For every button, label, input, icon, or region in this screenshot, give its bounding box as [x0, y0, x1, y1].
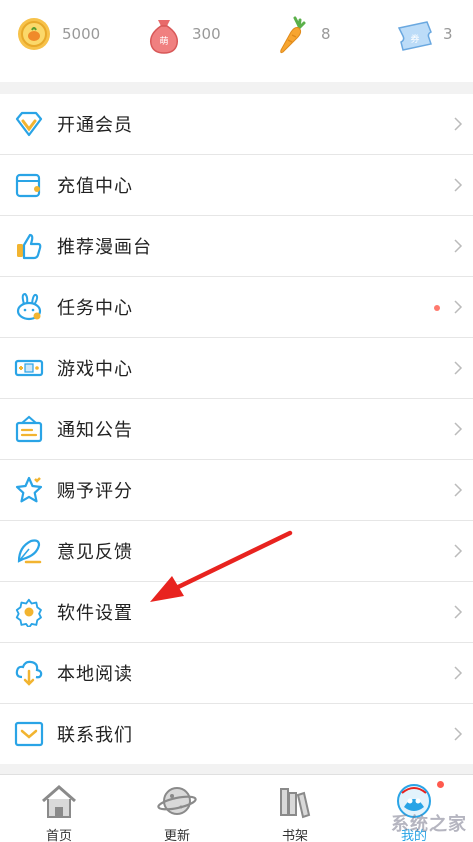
chevron-right-icon	[454, 605, 463, 619]
chevron-right-icon	[454, 117, 463, 131]
menu-label: 软件设置	[57, 603, 133, 624]
cloud-download-icon	[15, 660, 43, 686]
menu-label: 推荐漫画台	[57, 237, 152, 258]
menu-item-settings[interactable]: 软件设置	[0, 582, 473, 643]
tab-bookshelf[interactable]: 书架	[236, 775, 354, 842]
carrot-stat[interactable]: 8	[273, 12, 331, 56]
notice-board-icon	[15, 415, 43, 443]
chevron-right-icon	[454, 178, 463, 192]
chevron-right-icon	[454, 239, 463, 253]
tab-label: 书架	[281, 829, 308, 842]
menu-label: 开通会员	[57, 115, 133, 136]
menu-item-local-reading[interactable]: 本地阅读	[0, 643, 473, 704]
tab-label: 首页	[45, 829, 72, 842]
notification-dot	[437, 781, 444, 788]
notification-dot	[434, 305, 440, 311]
planet-icon	[157, 787, 197, 815]
chevron-right-icon	[454, 422, 463, 436]
ticket-icon: 券	[397, 21, 432, 51]
carrot-icon	[280, 16, 306, 54]
mail-icon	[14, 721, 44, 747]
vip-diamond-icon	[15, 111, 43, 137]
gear-icon	[15, 598, 42, 627]
menu-label: 通知公告	[57, 420, 133, 441]
gamepad-icon	[14, 359, 44, 377]
menu-label: 充值中心	[57, 176, 133, 197]
chevron-right-icon	[454, 483, 463, 497]
chevron-right-icon	[454, 544, 463, 558]
chevron-right-icon	[454, 666, 463, 680]
coin-count: 5000	[62, 25, 101, 43]
menu-item-notices[interactable]: 通知公告	[0, 399, 473, 460]
menu-item-contact[interactable]: 联系我们	[0, 704, 473, 764]
coin-stat[interactable]: 5000	[14, 12, 100, 56]
profile-menu-list: 开通会员 充值中心 推荐漫画台 任务中心 游戏中心 通知公告 赐予评分 意见反馈…	[0, 94, 473, 764]
watermark: 系统之家	[391, 814, 467, 835]
menu-label: 意见反馈	[57, 542, 133, 563]
wallet-icon	[15, 173, 41, 198]
menu-label: 游戏中心	[57, 359, 133, 380]
menu-label: 本地阅读	[57, 664, 133, 685]
ticket-stat[interactable]: 券 3	[395, 12, 453, 56]
rabbit-icon	[16, 292, 42, 321]
menu-label: 赐予评分	[57, 481, 133, 502]
chevron-right-icon	[454, 727, 463, 741]
menu-item-tasks[interactable]: 任务中心	[0, 277, 473, 338]
bookshelf-icon	[280, 788, 311, 819]
currency-stats-bar: 5000 萌 300 8 券 3	[0, 0, 473, 82]
tab-home[interactable]: 首页	[0, 775, 118, 842]
carrot-count: 8	[321, 25, 331, 43]
menu-label: 任务中心	[57, 298, 133, 319]
chevron-right-icon	[454, 361, 463, 375]
menu-label: 联系我们	[57, 725, 133, 746]
moe-bag-count: 300	[192, 25, 221, 43]
tab-updates[interactable]: 更新	[118, 775, 236, 842]
menu-item-recharge[interactable]: 充值中心	[0, 155, 473, 216]
money-bag-icon: 萌	[149, 20, 179, 54]
menu-item-rate[interactable]: 赐予评分	[0, 460, 473, 521]
bag-badge: 萌	[159, 35, 168, 47]
tab-label: 更新	[163, 829, 190, 842]
home-icon	[42, 785, 76, 818]
chevron-right-icon	[454, 300, 463, 314]
menu-item-vip[interactable]: 开通会员	[0, 94, 473, 155]
coin-icon	[18, 18, 50, 50]
ticket-count: 3	[443, 25, 453, 43]
star-icon	[15, 476, 43, 503]
menu-item-feedback[interactable]: 意见反馈	[0, 521, 473, 582]
menu-item-recommend[interactable]: 推荐漫画台	[0, 216, 473, 277]
menu-item-games[interactable]: 游戏中心	[0, 338, 473, 399]
ticket-badge: 券	[410, 33, 419, 45]
feather-pen-icon	[17, 539, 42, 564]
moe-bag-stat[interactable]: 萌 300	[144, 12, 221, 56]
thumbs-up-icon	[17, 233, 42, 260]
